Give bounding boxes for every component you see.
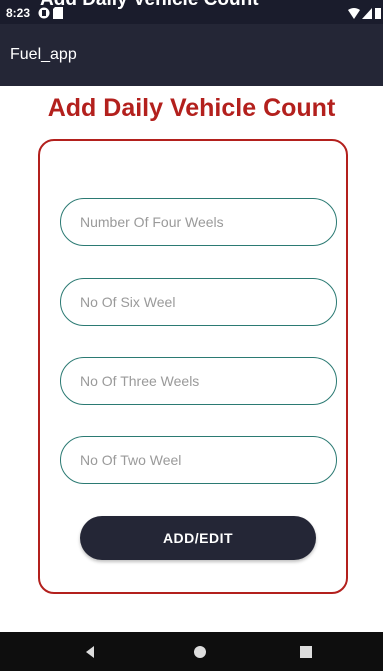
app-bar: Fuel_app <box>0 24 383 86</box>
recents-icon[interactable] <box>296 642 316 662</box>
signal-icon <box>362 6 372 24</box>
three-wheel-count-input[interactable] <box>60 357 337 405</box>
page-title: Add Daily Vehicle Count <box>47 94 336 122</box>
two-wheel-count-input[interactable] <box>60 436 337 484</box>
six-wheel-count-input[interactable] <box>60 278 337 326</box>
app-title: Fuel_app <box>10 46 77 63</box>
status-overlay-text: Add Daily Vehicle Count <box>40 0 259 11</box>
status-time: 8:23 <box>6 6 31 20</box>
back-icon[interactable] <box>80 642 100 662</box>
navigation-bar <box>0 632 383 671</box>
add-edit-button[interactable]: ADD/EDIT <box>80 516 316 560</box>
wifi-icon <box>348 6 360 24</box>
status-notification-icon <box>38 6 50 24</box>
four-wheel-count-input[interactable] <box>60 198 337 246</box>
home-icon[interactable] <box>190 642 210 662</box>
status-bar: Add Daily Vehicle Count 8:23 <box>0 0 383 24</box>
battery-icon <box>375 6 381 24</box>
status-sdcard-icon <box>53 6 63 24</box>
